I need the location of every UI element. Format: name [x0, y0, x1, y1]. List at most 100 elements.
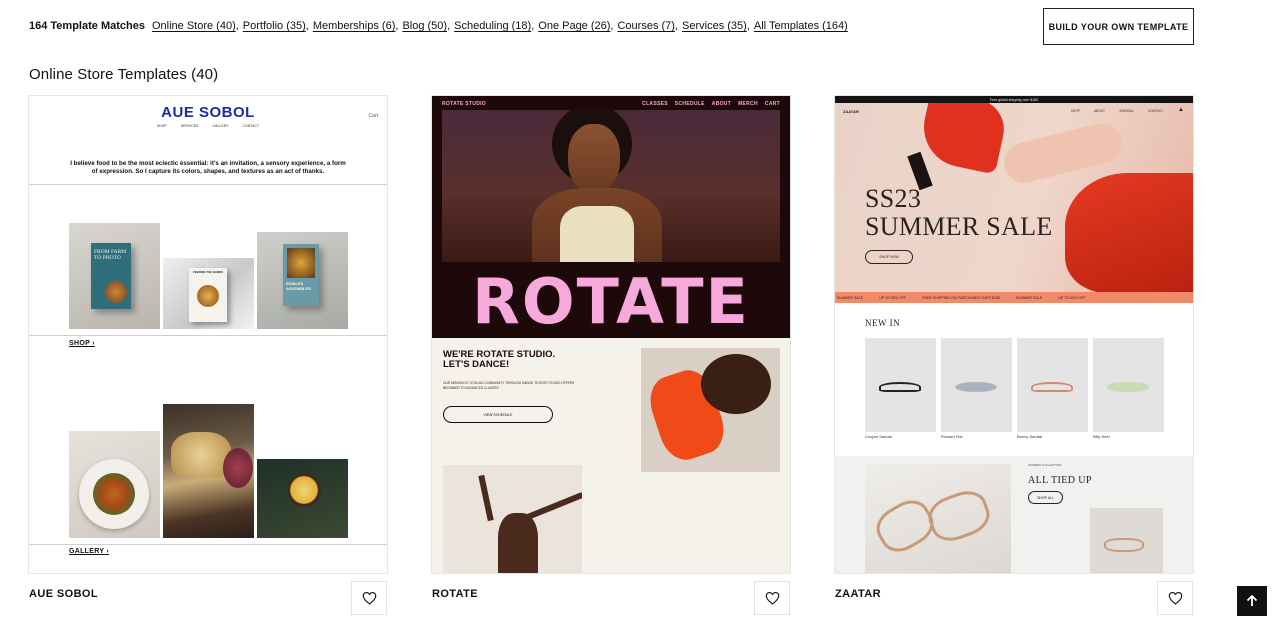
book-cover: FROM FARM TO PHOTO	[91, 243, 131, 309]
filter-link-memberships[interactable]: Memberships (6)	[313, 20, 396, 32]
shop-link: SHOP ›	[69, 340, 95, 347]
section-title: Online Store Templates (40)	[29, 66, 219, 83]
food-photo	[69, 431, 160, 538]
hero-photo	[442, 110, 780, 262]
dancer-photo	[641, 348, 780, 472]
filter-link-all-templates[interactable]: All Templates (164)	[754, 20, 848, 32]
preview-nav-item: CONTACT	[1147, 109, 1163, 113]
preview-nav: CLASSES SCHEDULE ABOUT MERCH CART	[642, 101, 780, 107]
preview-nav: SHOP SERVICES GALLERY CONTACT	[29, 124, 387, 128]
arm-shape	[701, 354, 771, 414]
sandal-shape	[1104, 538, 1144, 552]
preview-nav-item: SHOP	[156, 124, 167, 128]
sandal-strap-shape	[869, 492, 941, 560]
hero-section: ZAATAR SHOP ABOUT JOURNAL CONTACT ▲ SS23…	[835, 103, 1193, 292]
template-preview-rotate[interactable]: ROTATE STUDIO CLASSES SCHEDULE ABOUT MER…	[432, 96, 790, 573]
template-preview-aue-sobol[interactable]: AUE SOBOL SHOP SERVICES GALLERY CONTACT …	[29, 96, 387, 573]
preview-nav-item: SERVICES	[180, 124, 199, 128]
filter-link-blog[interactable]: Blog (50)	[402, 20, 447, 32]
divider	[29, 184, 387, 185]
rotate-wordmark: ROTATE	[472, 265, 750, 338]
red-sleeve-shape	[1065, 173, 1193, 292]
face-shape	[568, 124, 620, 192]
product-name: Richard Flat	[941, 434, 963, 439]
food-image	[93, 473, 135, 515]
arm-shape	[516, 492, 582, 524]
shop-now-button: SHOP NOW	[865, 250, 913, 264]
heart-icon	[765, 591, 779, 605]
gallery-link: GALLERY ›	[69, 548, 110, 555]
preview-cart: Cart	[368, 113, 378, 119]
view-schedule-button: VIEW SCHEDULE	[443, 406, 553, 423]
preview-nav-item: ABOUT	[711, 101, 732, 107]
preview-nav-item: JOURNAL	[1118, 109, 1134, 113]
template-match-count: 164 Template Matches	[29, 20, 145, 32]
arm-shape	[478, 474, 494, 522]
arrow-up-icon	[1246, 595, 1258, 606]
hero-title: SS23 SUMMER SALE	[865, 185, 1053, 241]
preview-logo: AUE SOBOL	[161, 104, 255, 121]
dancer-photo	[443, 465, 582, 573]
food-photo	[163, 404, 254, 538]
filter-link-portfolio[interactable]: Portfolio (35)	[243, 20, 306, 32]
hero-section: ROTATE STUDIO CLASSES SCHEDULE ABOUT MER…	[432, 96, 790, 338]
template-card-footer: ZAATAR	[835, 581, 1193, 615]
food-image	[287, 248, 315, 278]
favorite-button[interactable]	[754, 581, 790, 615]
preview-nav: SHOP ABOUT JOURNAL CONTACT	[1071, 109, 1163, 113]
back-to-top-button[interactable]	[1237, 586, 1267, 616]
book-title: FROM FARM TO PHOTO	[94, 249, 127, 261]
book-title: FEEDING THE HANDS	[193, 270, 223, 274]
sandal-shape	[1031, 382, 1073, 392]
shop-all-button: SHOP ALL	[1028, 491, 1063, 504]
preview-brand: ZAATAR	[843, 109, 859, 114]
red-boot-shape	[916, 103, 1010, 175]
food-image	[287, 473, 321, 507]
preview-nav-item: MERCH	[738, 101, 758, 107]
filter-link-courses[interactable]: Courses (7)	[617, 20, 674, 32]
filter-link-one-page[interactable]: One Page (26)	[538, 20, 610, 32]
product-name: Benny Sandal	[1017, 434, 1042, 439]
food-image	[171, 432, 231, 478]
book-cover: EDIBLES ASSEMBLED	[283, 244, 319, 306]
sandal-strap-shape	[923, 485, 995, 547]
template-name[interactable]: ZAATAR	[835, 588, 881, 600]
ticker-item: UP TO 50% OFF	[879, 295, 907, 300]
template-name[interactable]: ROTATE	[432, 588, 478, 600]
preview-nav-item: CART	[764, 101, 780, 107]
template-name[interactable]: AUE SOBOL	[29, 588, 98, 600]
collection-title: ALL TIED UP	[1028, 475, 1092, 486]
template-card-footer: AUE SOBOL	[29, 581, 387, 615]
product-name: Billy Heel	[1093, 434, 1110, 439]
ticker-item: FREE SHIPPING ON PURCHASES OVER $150	[922, 295, 1001, 300]
filter-link-services[interactable]: Services (35)	[682, 20, 747, 32]
top-shape	[560, 206, 634, 262]
heel-shape	[1107, 382, 1149, 392]
favorite-button[interactable]	[1157, 581, 1193, 615]
food-image	[223, 448, 253, 488]
preview-nav-item: SCHEDULE	[674, 101, 705, 107]
book-title: EDIBLES ASSEMBLED	[286, 281, 312, 291]
food-photo	[257, 459, 348, 538]
product-tile	[865, 338, 936, 432]
template-preview-zaatar[interactable]: Free global shipping over $150 ZAATAR SH…	[835, 96, 1193, 573]
divider	[29, 335, 387, 336]
plate	[79, 459, 149, 529]
announcement-banner: Free global shipping over $150	[835, 96, 1193, 103]
filter-link-scheduling[interactable]: Scheduling (18)	[454, 20, 531, 32]
filter-link-online-store[interactable]: Online Store (40)	[152, 20, 236, 32]
preview-body-text: OUR MISSION IS TO BUILD COMMUNITY THROUG…	[443, 381, 575, 390]
book-photo: FEEDING THE HANDS	[163, 258, 254, 329]
book-photo: FROM FARM TO PHOTO	[69, 223, 160, 329]
heart-icon	[1168, 591, 1182, 605]
preview-nav-item: GALLERY	[212, 124, 229, 128]
preview-nav-item: SHOP	[1070, 109, 1080, 113]
product-tile	[941, 338, 1012, 432]
hero-title-line: SUMMER SALE	[865, 212, 1053, 241]
template-card-footer: ROTATE	[432, 581, 790, 615]
preview-nav-item: ABOUT	[1093, 109, 1105, 113]
build-your-own-template-button[interactable]: BUILD YOUR OWN TEMPLATE	[1043, 8, 1194, 45]
favorite-button[interactable]	[351, 581, 387, 615]
product-tile	[1017, 338, 1088, 432]
template-filter-bar: 164 Template Matches Online Store (40), …	[29, 20, 848, 32]
